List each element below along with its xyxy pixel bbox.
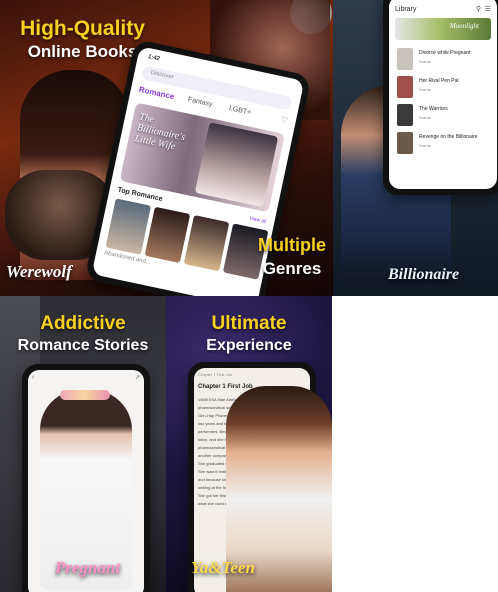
library-row[interactable]: Divorce while Pregnant Drama (397, 48, 489, 72)
featured-title: Moonlight (449, 22, 479, 30)
book-genre: Drama (419, 59, 432, 64)
chapter-header: Chapter 1 First Job (198, 372, 233, 377)
promo-panel-billionaire: Library ⚲ ☰ Moonlight Divorce while Preg… (333, 0, 498, 296)
library-row[interactable]: Revenge on the Billionaire Drama (397, 132, 489, 156)
book-title: The Warriors (419, 106, 448, 112)
phone-mockup-library: Library ⚲ ☰ Moonlight Divorce while Preg… (383, 0, 498, 195)
book-genre: Drama (419, 143, 432, 148)
book-title: Divorce while Pregnant (419, 50, 471, 56)
promo-panel-romance: Addictive Romance Stories ‹ ↗ Pregnant (0, 296, 166, 592)
promo-panel-experience: Ultimate Experience Chapter 1 First Job … (166, 296, 332, 592)
headline-primary: Ultimate (211, 313, 287, 334)
search-icon[interactable]: ⚲ (476, 5, 481, 13)
genre-label-billionaire: Billionaire (388, 266, 460, 283)
view-all-link[interactable]: View all (249, 216, 267, 225)
book-thumb (397, 48, 413, 70)
headline-multiple: Multiple (258, 235, 326, 255)
promo-panel-werewolf: High-Quality Online Books 1:42 Discover … (0, 0, 333, 296)
headline-secondary: Romance Stories (17, 337, 149, 354)
book-thumb (397, 132, 413, 154)
library-row[interactable]: Her Rival Pen Pal Drama (397, 76, 489, 100)
phone-mockup-discover: 1:42 Discover Romance Fantasy LGBT+ ♡ Th… (84, 38, 312, 296)
library-row[interactable]: The Warriors Drama (397, 104, 489, 128)
tab-fantasy[interactable]: Fantasy (187, 96, 213, 108)
genre-label-pregnant: Pregnant (55, 558, 121, 577)
bell-icon[interactable]: ♡ (280, 115, 289, 125)
banner-couple-figure (194, 122, 279, 208)
book-title: Revenge on the Billionaire (419, 134, 478, 140)
back-icon[interactable]: ‹ (32, 374, 34, 381)
book-thumb (397, 104, 413, 126)
settings-icon[interactable]: ☰ (485, 5, 491, 13)
headline-secondary: Experience (206, 337, 292, 354)
headline-primary: High-Quality (20, 17, 145, 40)
headline-primary: Addictive (40, 313, 126, 334)
headline-secondary: Online Books (27, 42, 138, 61)
book-cover[interactable] (105, 198, 152, 255)
book-genre: Drama (419, 115, 432, 120)
status-time: 1:42 (147, 54, 161, 63)
search-placeholder: Discover (150, 69, 175, 81)
chapter-title: Chapter 1 First Job (198, 384, 253, 390)
book-genre: Drama (419, 87, 432, 92)
genre-label-ya-teen: Ya&Teen (191, 558, 255, 577)
book-cover[interactable] (183, 215, 230, 272)
banner-title: The Billionaire's Little Wife (133, 111, 187, 153)
featured-banner[interactable]: Moonlight (395, 18, 491, 40)
flower-crown (60, 390, 110, 400)
library-header: Library (395, 6, 417, 13)
book-title: Her Rival Pen Pal (419, 78, 459, 84)
book-thumb (397, 76, 413, 98)
phone-screen: Library ⚲ ☰ Moonlight Divorce while Preg… (389, 0, 497, 189)
share-icon[interactable]: ↗ (135, 374, 140, 381)
headline-genres: Genres (262, 259, 322, 278)
book-cover[interactable] (144, 206, 191, 264)
tab-lgbt[interactable]: LGBT+ (228, 105, 251, 116)
genre-label-werewolf: Werewolf (6, 262, 72, 281)
tab-romance[interactable]: Romance (138, 85, 175, 101)
